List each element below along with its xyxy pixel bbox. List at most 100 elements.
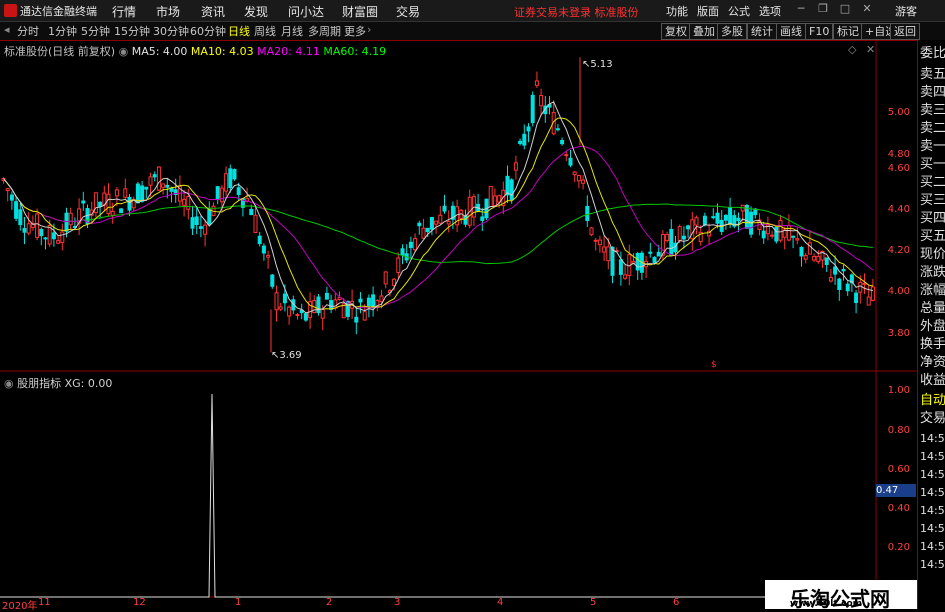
kline-chart[interactable] [0,40,917,609]
candle-body [56,240,61,244]
tick-time: 14:56 [920,558,945,571]
diejia-button[interactable]: 叠加 [689,23,719,40]
candle-body [156,166,161,191]
tick-time: 14:56 [920,504,945,517]
candle-body [106,193,111,214]
menu-hangqing[interactable]: 行情 [112,3,136,20]
candle-body [723,214,728,221]
period-30min[interactable]: 30分钟 [153,23,189,39]
rp-turnover: 换手 [920,337,945,352]
watermark-url: www.60lt.com [790,599,863,609]
candle-body [778,219,783,241]
candle-body [144,186,149,190]
candle-body [593,239,598,242]
ind-y-label: 0.80 [887,425,910,436]
candle-body [488,185,493,208]
rp-buy3: 买三 [920,193,945,208]
period-60min[interactable]: 60分钟 [190,23,226,39]
tongji-button[interactable]: 统计 [747,23,777,40]
period-1min[interactable]: 1分钟 [48,23,77,39]
toolbar-back-icon[interactable]: ◂ [4,23,10,36]
ind-y-label: 0.60 [887,464,910,475]
indicator-text[interactable]: 股朋指标 XG: 0.00 [17,377,112,390]
candle-body [266,254,271,258]
period-weekly[interactable]: 周线 [254,23,276,39]
candle-body [371,294,376,309]
candle-body [43,237,48,240]
rp-sell4: 卖四 [920,85,945,100]
rp-trade[interactable]: 交易 [920,410,945,428]
candle-body [828,277,833,282]
candle-body [236,187,241,195]
rp-auto[interactable]: 自动 [920,392,945,410]
x-label: 2020年 [2,601,38,612]
menu-banmian[interactable]: 版面 [697,3,719,19]
rp-netasset: 净资 [920,355,945,370]
candle-body [316,296,321,314]
indicator-settings-icon[interactable]: ◉ [4,377,14,390]
candle-body [224,173,229,192]
menu-jiaoyi[interactable]: 交易 [396,3,420,20]
menu-xuanxiang[interactable]: 选项 [759,3,781,19]
menu-wenxiaoda[interactable]: 问小达 [288,3,324,20]
period-15min[interactable]: 15分钟 [114,23,150,39]
s-marker: $ [711,360,717,370]
candle-body [555,128,560,131]
f10-button[interactable]: F10 [805,23,834,40]
candle-body [530,94,535,124]
biaoji-button[interactable]: 标记 [833,23,863,40]
candle-body [51,232,56,240]
login-warning[interactable]: 证券交易未登录 标准股份 [514,4,639,20]
rp-volume: 总量 [920,301,945,316]
candle-body [194,216,199,225]
huaxian-button[interactable]: 画线 [776,23,806,40]
rp-pct: 涨幅 [920,283,945,298]
menu-zixun[interactable]: 资讯 [201,3,225,20]
candle-body [434,220,439,225]
candle-body [837,278,842,290]
menu-gongneng[interactable]: 功能 [666,3,688,19]
menu-faxian[interactable]: 发现 [244,3,268,20]
restore-icon[interactable]: ❐ [816,2,830,16]
candle-body [862,282,867,285]
minimize-icon[interactable]: ─ [794,2,808,16]
candle-body [522,133,527,146]
x-label: 5 [590,597,597,608]
candle-body [26,223,31,234]
period-monthly[interactable]: 月线 [281,23,303,39]
back-button[interactable]: 返回 [890,23,920,40]
rp-outer: 外盘 [920,319,945,334]
high-annotation: ↖5.13 [582,59,613,70]
menu-gongshi[interactable]: 公式 [728,3,750,19]
menu-caifuquan[interactable]: 财富圈 [342,3,378,20]
candle-body [736,217,741,222]
candle-body [68,212,73,226]
app-logo-icon [4,4,17,17]
period-more[interactable]: 更多 [344,23,366,39]
candle-body [81,200,86,204]
candle-body [812,255,817,261]
menu-shichang[interactable]: 市场 [156,3,180,20]
candle-body [383,271,388,285]
maximize-icon[interactable]: □ [838,2,852,16]
period-5min[interactable]: 5分钟 [81,23,110,39]
candle-body [14,201,19,219]
candle-body [169,187,174,192]
current-value-badge: 0.47 [876,484,916,497]
candle-body [329,300,334,310]
close-icon[interactable]: ✕ [860,2,874,16]
candle-body [161,183,166,188]
candle-body [513,162,518,171]
app-title: 通达信金融终端 [20,5,97,18]
candle-body [560,139,565,145]
y-label: 4.60 [887,163,910,174]
candle-body [190,217,195,229]
period-daily[interactable]: 日线 [228,23,250,39]
period-fenshi[interactable]: 分时 [17,23,39,39]
period-multi[interactable]: 多周期 [308,23,341,39]
candle-body [123,188,128,198]
user-label[interactable]: 游客 [895,3,917,19]
more-chevron-icon[interactable]: › [367,23,371,36]
fuquan-button[interactable]: 复权 [661,23,691,40]
duogu-button[interactable]: 多股 [717,23,747,40]
